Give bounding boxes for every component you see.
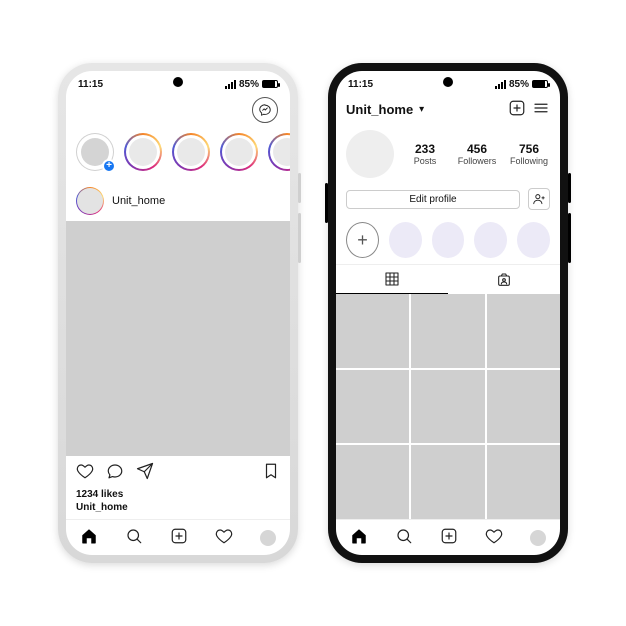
battery-icon <box>262 80 278 88</box>
grid-cell[interactable] <box>336 370 409 444</box>
send-icon <box>136 462 154 480</box>
nav-search[interactable] <box>125 527 143 548</box>
side-button <box>325 183 328 223</box>
highlight-item[interactable] <box>474 222 507 258</box>
hamburger-icon <box>532 99 550 117</box>
story-item[interactable] <box>172 133 210 171</box>
like-button[interactable] <box>76 462 94 483</box>
grid-icon <box>384 271 400 287</box>
bookmark-icon <box>262 462 280 480</box>
clock: 11:15 <box>348 79 373 90</box>
messenger-button[interactable] <box>252 97 278 123</box>
plus-square-icon <box>440 527 458 545</box>
side-button <box>298 213 301 263</box>
signal-icon <box>495 80 506 89</box>
plus-square-icon <box>170 527 188 545</box>
bottom-nav <box>66 519 290 555</box>
front-camera <box>443 77 453 87</box>
grid-cell[interactable] <box>487 294 560 368</box>
nav-home[interactable] <box>80 527 98 548</box>
stat-count: 233 <box>404 142 446 156</box>
bottom-nav <box>336 519 560 555</box>
highlight-item[interactable] <box>432 222 465 258</box>
post-avatar[interactable] <box>76 187 104 215</box>
profile-avatar[interactable] <box>346 130 394 178</box>
grid-cell[interactable] <box>336 445 409 519</box>
highlight-add[interactable]: + <box>346 222 379 258</box>
stat-label: Followers <box>456 156 498 166</box>
post-author[interactable]: Unit_home <box>112 195 165 207</box>
stat-label: Following <box>508 156 550 166</box>
stat-followers[interactable]: 456 Followers <box>456 142 498 166</box>
stat-label: Posts <box>404 156 446 166</box>
menu-button[interactable] <box>532 99 550 120</box>
phone-profile: 11:15 85% Unit_home ▾ 233 Posts 456 Foll… <box>328 63 568 563</box>
search-icon <box>395 527 413 545</box>
heart-icon <box>485 527 503 545</box>
share-button[interactable] <box>136 462 154 483</box>
story-your-story[interactable]: + <box>76 133 114 171</box>
highlights-row: + <box>336 216 560 264</box>
nav-activity[interactable] <box>485 527 503 548</box>
grid-cell[interactable] <box>411 370 484 444</box>
story-item[interactable] <box>124 133 162 171</box>
discover-people-button[interactable] <box>528 188 550 210</box>
post: Unit_home 1234 likes Unit_home <box>66 181 290 519</box>
tagged-icon <box>496 272 512 288</box>
side-button <box>568 173 571 203</box>
grid-cell[interactable] <box>487 445 560 519</box>
nav-profile[interactable] <box>530 530 546 546</box>
side-button <box>298 173 301 203</box>
post-image[interactable] <box>66 221 290 456</box>
caption-username[interactable]: Unit_home <box>76 502 280 513</box>
grid-cell[interactable] <box>336 294 409 368</box>
story-item[interactable] <box>220 133 258 171</box>
front-camera <box>173 77 183 87</box>
comment-icon <box>106 462 124 480</box>
grid-cell[interactable] <box>487 370 560 444</box>
stat-count: 756 <box>508 142 550 156</box>
stat-following[interactable]: 756 Following <box>508 142 550 166</box>
signal-icon <box>225 80 236 89</box>
stories-row: + <box>66 127 290 181</box>
edit-profile-button[interactable]: Edit profile <box>346 190 520 209</box>
battery-label: 85% <box>239 79 259 90</box>
highlight-item[interactable] <box>517 222 550 258</box>
battery-label: 85% <box>509 79 529 90</box>
profile-username[interactable]: Unit_home <box>346 102 413 117</box>
heart-icon <box>76 462 94 480</box>
nav-profile[interactable] <box>260 530 276 546</box>
nav-home[interactable] <box>350 527 368 548</box>
nav-activity[interactable] <box>215 527 233 548</box>
side-button <box>568 213 571 263</box>
nav-create[interactable] <box>440 527 458 548</box>
grid-cell[interactable] <box>411 294 484 368</box>
highlight-item[interactable] <box>389 222 422 258</box>
tab-grid[interactable] <box>336 265 448 294</box>
plus-icon: + <box>102 159 116 173</box>
chevron-down-icon[interactable]: ▾ <box>419 104 424 115</box>
story-item[interactable] <box>268 133 290 171</box>
save-button[interactable] <box>262 462 280 483</box>
messenger-icon <box>258 103 272 117</box>
likes-count[interactable]: 1234 likes <box>76 489 280 500</box>
grid-cell[interactable] <box>411 445 484 519</box>
battery-icon <box>532 80 548 88</box>
nav-create[interactable] <box>170 527 188 548</box>
tab-tagged[interactable] <box>448 265 560 294</box>
nav-search[interactable] <box>395 527 413 548</box>
search-icon <box>125 527 143 545</box>
stat-count: 456 <box>456 142 498 156</box>
posts-grid <box>336 294 560 519</box>
home-icon <box>350 527 368 545</box>
plus-square-icon <box>508 99 526 117</box>
stat-posts[interactable]: 233 Posts <box>404 142 446 166</box>
comment-button[interactable] <box>106 462 124 483</box>
phone-feed: 11:15 85% + <box>58 63 298 563</box>
add-person-icon <box>532 192 546 206</box>
create-button[interactable] <box>508 99 526 120</box>
home-icon <box>80 527 98 545</box>
heart-icon <box>215 527 233 545</box>
clock: 11:15 <box>78 79 103 90</box>
